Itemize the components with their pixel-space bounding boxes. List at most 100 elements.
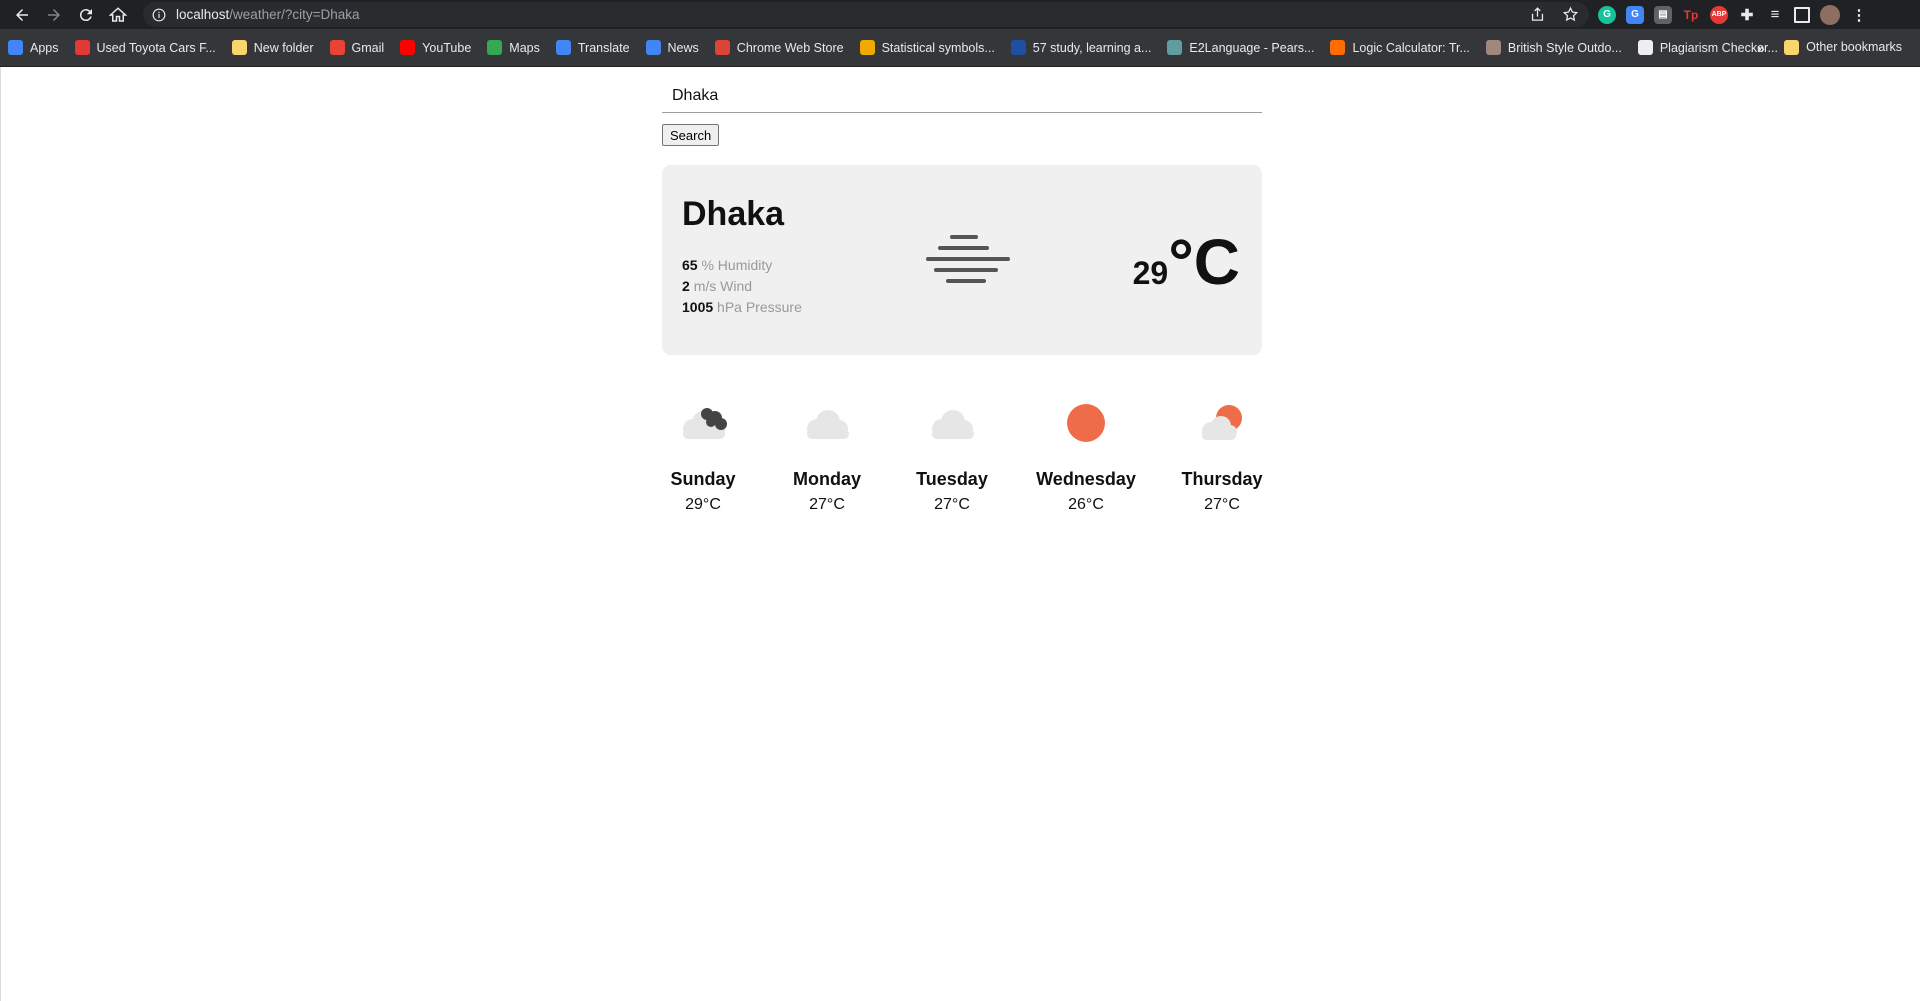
humidity-label: % Humidity: [701, 257, 773, 273]
bookmark-label: Statistical symbols...: [881, 40, 995, 55]
home-button[interactable]: [102, 0, 134, 29]
cloud-icon: [932, 410, 974, 439]
forecast-day-name: Sunday: [670, 469, 736, 489]
pressure-row: 1005 hPa Pressure: [682, 297, 802, 318]
weather-page: Search Dhaka 65 % Humidity 2 m/s Wind 10…: [0, 67, 1920, 1001]
other-bookmarks-folder[interactable]: Other bookmarks: [1776, 33, 1910, 61]
bookmarks-bar: Apps Used Toyota Cars F... New folder Gmail…: [0, 29, 1920, 67]
grammarly-extension-icon[interactable]: G: [1598, 5, 1616, 24]
reload-button[interactable]: [70, 0, 102, 29]
kebab-menu-icon[interactable]: ⋮: [1850, 6, 1868, 24]
share-icon[interactable]: [1529, 6, 1546, 23]
bookmark-label: Apps: [30, 40, 59, 55]
address-bar[interactable]: localhost/weather/?city=Dhaka: [143, 2, 1589, 27]
forecast-day-name: Tuesday: [916, 469, 988, 489]
e2-icon: [1167, 40, 1183, 55]
folder-icon: [1784, 39, 1800, 55]
bookmark-item[interactable]: Used Toyota Cars F...: [67, 34, 224, 62]
bookmark-label: British Style Outdo...: [1507, 40, 1622, 55]
bookmark-label: Chrome Web Store: [736, 40, 844, 55]
bookmark-label: News: [667, 40, 699, 55]
bookmark-label: E2Language - Pears...: [1189, 40, 1315, 55]
bookmark-item[interactable]: Statistical symbols...: [852, 34, 1003, 62]
pressure-value: 1005: [682, 299, 714, 315]
reload-icon: [79, 8, 92, 21]
sst-icon: [1637, 40, 1653, 55]
bookmark-item[interactable]: Translate: [548, 34, 638, 62]
home-icon: [109, 6, 127, 22]
forecast-day: Monday 27°C: [762, 399, 892, 514]
tp-extension-icon[interactable]: Tp: [1682, 6, 1700, 24]
city-search-input[interactable]: [662, 79, 1262, 113]
forward-button[interactable]: [38, 0, 70, 29]
bookmark-label: Gmail: [351, 40, 385, 55]
reading-list-icon[interactable]: ≡: [1766, 6, 1784, 24]
youtube-icon: [400, 40, 416, 55]
url-text: localhost/weather/?city=Dhaka: [176, 7, 360, 22]
info-icon[interactable]: [152, 8, 166, 22]
arrow-left-icon: [16, 8, 28, 21]
forecast-day-name: Wednesday: [1036, 469, 1136, 489]
adblock-extension-icon[interactable]: ABP: [1710, 5, 1728, 24]
puzzle-extensions-icon[interactable]: ✚: [1738, 6, 1756, 24]
current-temperature: 29°C: [1133, 225, 1240, 299]
url-path: /weather/?city=Dhaka: [229, 7, 360, 22]
bookmark-item[interactable]: E2Language - Pears...: [1159, 34, 1322, 62]
bookmark-item[interactable]: YouTube: [392, 34, 479, 62]
sun-icon: [1067, 404, 1105, 442]
other-bookmarks-label: Other bookmarks: [1806, 40, 1902, 54]
tsr-icon: [1010, 40, 1026, 55]
bookmark-label: Used Toyota Cars F...: [96, 40, 216, 55]
translate-icon: [555, 40, 571, 55]
gmail-icon: [329, 40, 345, 55]
bookmark-item[interactable]: Gmail: [322, 34, 393, 62]
forecast-day: Tuesday 27°C: [887, 399, 1017, 514]
bookmark-item[interactable]: British Style Outdo...: [1478, 34, 1630, 62]
cloud-icon: [807, 410, 849, 439]
bookmark-item[interactable]: News: [638, 34, 707, 62]
jf-icon: [1485, 40, 1501, 55]
bookmark-item[interactable]: Chrome Web Store: [707, 34, 852, 62]
partly-sunny-icon: [1202, 405, 1242, 440]
bookmark-item[interactable]: Apps: [0, 34, 67, 62]
maps-icon: [487, 40, 503, 55]
bookmark-label: Logic Calculator: Tr...: [1352, 40, 1470, 55]
folder-icon: [231, 40, 247, 55]
forecast-day-name: Thursday: [1181, 469, 1263, 489]
forecast-temperature: 29°C: [685, 496, 721, 513]
bookmark-label: 57 study, learning a...: [1032, 40, 1152, 55]
forecast-day: Wednesday 26°C: [1021, 399, 1151, 514]
back-button[interactable]: [6, 0, 38, 29]
cloudy-dark-icon: [683, 408, 727, 439]
wind-row: 2 m/s Wind: [682, 276, 802, 297]
forecast-temperature: 26°C: [1068, 496, 1104, 513]
bookmark-star-icon[interactable]: [1562, 6, 1579, 23]
wind-label: m/s Wind: [693, 278, 753, 294]
google-translate-extension-icon[interactable]: G: [1626, 5, 1644, 24]
apps-grid-icon: [8, 40, 23, 55]
bookmark-item[interactable]: Logic Calculator: Tr...: [1322, 34, 1477, 62]
forecast-strip: Sunday 29°C Monday 27°C Tuesday 27°C Wed…: [662, 399, 1274, 529]
toyota-icon: [74, 40, 90, 55]
forecast-temperature: 27°C: [1204, 496, 1240, 513]
forecast-day: Thursday 27°C: [1157, 399, 1287, 514]
extensions-area: G G ▤ Tp ABP ✚ ≡ ⋮: [1598, 0, 1868, 29]
temperature-value: 29: [1132, 255, 1169, 291]
more-bookmarks-button[interactable]: »: [1757, 29, 1765, 66]
arrow-right-icon: [48, 8, 60, 21]
url-host: localhost: [176, 7, 230, 22]
weather-stats: 65 % Humidity 2 m/s Wind 1005 hPa Pressu…: [682, 255, 802, 318]
side-panel-icon[interactable]: [1794, 6, 1810, 23]
r-icon: [859, 40, 875, 55]
forecast-day: Sunday 29°C: [638, 399, 768, 514]
bookmark-label: Translate: [577, 40, 630, 55]
bookmark-item[interactable]: New folder: [224, 34, 322, 62]
news-icon: [645, 40, 661, 55]
bookmark-item[interactable]: 57 study, learning a...: [1003, 34, 1160, 62]
bookmark-item[interactable]: Maps: [479, 34, 548, 62]
profile-avatar[interactable]: [1820, 4, 1840, 25]
browser-toolbar: localhost/weather/?city=Dhaka G G ▤ Tp A…: [0, 0, 1920, 29]
search-button[interactable]: Search: [662, 124, 720, 146]
forecast-day-name: Monday: [792, 469, 861, 489]
print-extension-icon[interactable]: ▤: [1654, 5, 1672, 24]
